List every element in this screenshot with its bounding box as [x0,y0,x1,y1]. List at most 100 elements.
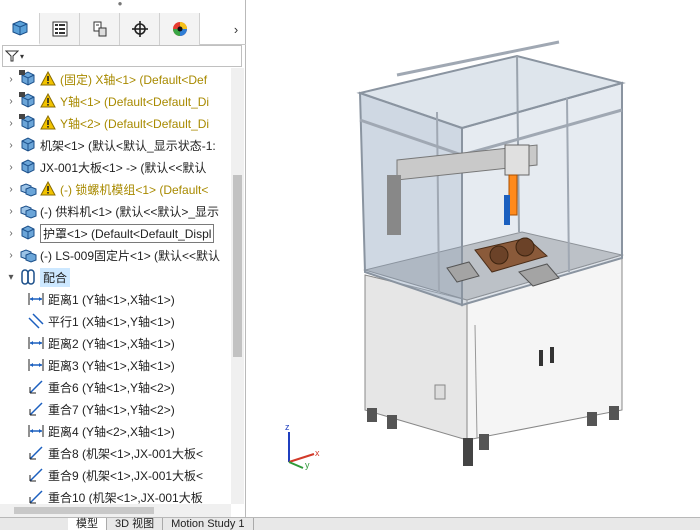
graphics-viewport[interactable]: z x y [247,0,700,517]
feature-manager-icon [12,20,27,36]
part-icon [18,136,38,154]
property-manager-icon [52,21,67,37]
mate-label: 重合8 (机架<1>,JX-001大板< [48,446,204,461]
coincident-mate-icon [26,488,46,504]
tree-item-mate[interactable]: 距离1 (Y轴<1>,X轴<1>) [0,288,231,310]
tab-configuration-manager[interactable] [80,13,120,45]
tree-item-mate[interactable]: 距离4 (Y轴<2>,X轴<1>) [0,420,231,442]
tree-item-label: (-) LS-009固定片<1> (默认<<默认 [40,248,221,263]
fixture-pocket [489,245,509,265]
tree-item-mate[interactable]: 距离3 (Y轴<1>,X轴<1>) [0,354,231,376]
tree-item-label: Y轴<2> (Default<Default_Di [60,116,210,131]
tree-item-component[interactable]: › (-) 供料机<1> (默认<<默认>_显示 [0,200,231,222]
bottom-tab[interactable]: Motion Study 1 [163,518,254,530]
filter-caret: ▾ [20,51,25,61]
door-handle-right [550,347,554,363]
bottom-tab[interactable]: 3D 视图 [107,518,164,530]
panel-tabs: › [0,13,246,45]
tab-dimxpert[interactable] [120,13,160,45]
expand-arrow-icon[interactable]: › [4,140,18,151]
expand-arrow-icon[interactable]: › [4,184,18,195]
tree-item-component[interactable]: › (-) 锁螺机模组<1> (Default< [0,178,231,200]
triad-z-label: z [285,422,290,432]
coincident-mate-icon [26,400,46,418]
part-warning-icon [18,114,38,132]
coincident-mate-icon [26,444,46,462]
distance-mate-icon [26,422,46,440]
tree-item-component[interactable]: › Y轴<1> (Default<Default_Di [0,90,231,112]
tabs-more-arrow[interactable]: › [228,13,244,45]
tab-feature-manager[interactable] [0,13,40,45]
mate-label: 距离3 (Y轴<1>,X轴<1>) [48,358,175,373]
mate-label: 重合10 (机架<1>,JX-001大板 [48,490,203,505]
tree-item-component[interactable]: › JX-001大板<1> -> (默认<<默认 [0,156,231,178]
tree-item-mate[interactable]: 重合10 (机架<1>,JX-001大板 [0,486,231,504]
tree-filter-input[interactable]: ▾ [2,45,242,67]
distance-mate-icon [26,290,46,308]
horizontal-scroll-thumb[interactable] [14,507,154,514]
display-manager-icon [172,22,187,36]
distance-mate-icon [26,356,46,374]
expand-arrow-icon[interactable]: › [4,162,18,173]
mate-label: 重合6 (Y轴<1>,Y轴<2>) [48,380,175,395]
foot [587,412,597,426]
tree-item-mate[interactable]: 重合8 (机架<1>,JX-001大板< [0,442,231,464]
part-icon [18,158,38,176]
tree-item-label: (固定) X轴<1> (Default<Def [60,72,208,87]
screwdriver-spindle [508,174,518,216]
parallel-mate-icon [26,312,46,330]
tree-item-label: (-) 供料机<1> (默认<<默认>_显示 [40,204,220,219]
dimxpert-icon [131,21,148,37]
expand-arrow-icon[interactable]: › [4,74,18,85]
mates-icon [18,268,38,286]
foot [479,434,489,450]
warning-icon [40,180,56,197]
expand-arrow-icon[interactable]: › [4,250,18,261]
part-warning-icon [18,70,38,88]
expand-arrow-icon[interactable]: › [4,228,18,239]
tree-horizontal-scrollbar[interactable] [0,504,231,517]
fixture-pocket [515,237,535,257]
assembly-icon [18,180,38,198]
panel-grip[interactable]: ● [116,0,124,8]
axis-triad[interactable]: z x y [279,422,329,472]
tree-item-label: 护罩<1> (Default<Default_Displ [40,223,215,243]
tree-item-mate[interactable]: 重合9 (机架<1>,JX-001大板< [0,464,231,486]
collapse-arrow-icon[interactable]: ▾ [4,272,18,283]
expand-arrow-icon[interactable]: › [4,118,18,129]
tree-item-mate[interactable]: 平行1 (X轴<1>,Y轴<1>) [0,310,231,332]
tree-item-component[interactable]: › 护罩<1> (Default<Default_Displ [0,222,231,244]
screwdriver-motor [504,195,510,225]
expand-arrow-icon[interactable]: › [4,206,18,217]
tree-item-mate[interactable]: 重合7 (Y轴<1>,Y轴<2>) [0,398,231,420]
screw-head [504,144,530,176]
tab-display-manager[interactable] [160,13,200,45]
coincident-mate-icon [26,466,46,484]
tree-item-component[interactable]: › (-) LS-009固定片<1> (默认<<默认 [0,244,231,266]
feature-manager-panel: ● › ▾ › (固定) X轴<1> (Default<Def › Y轴<1> … [0,0,246,517]
foot [367,408,377,422]
foot [463,438,473,466]
tab-property-manager[interactable] [40,13,80,45]
tree-item-label: Y轴<1> (Default<Default_Di [60,94,210,109]
warning-icon [40,114,56,131]
bottom-tab[interactable]: 模型 [68,518,107,530]
tree-item-mate[interactable]: 重合6 (Y轴<1>,Y轴<2>) [0,376,231,398]
foot [609,406,619,420]
tree-item-component[interactable]: › 机架<1> (默认<默认_显示状态-1: [0,134,231,156]
warning-icon [40,70,56,87]
tree-item-mates[interactable]: ▾ 配合 [0,266,231,288]
expand-arrow-icon[interactable]: › [4,96,18,107]
filter-icon [5,50,19,62]
tree-vertical-scrollbar[interactable] [231,68,244,504]
tree-item-component[interactable]: › Y轴<2> (Default<Default_Di [0,112,231,134]
door-handle-left [539,350,543,366]
part-warning-icon [18,92,38,110]
vertical-scroll-thumb[interactable] [233,175,242,357]
tree-item-component[interactable]: › (固定) X轴<1> (Default<Def [0,68,231,90]
mate-label: 重合7 (Y轴<1>,Y轴<2>) [48,402,175,417]
triad-y-label: y [305,460,310,470]
tree-item-label: JX-001大板<1> -> (默认<<默认 [40,160,207,175]
tree-item-label: 机架<1> (默认<默认_显示状态-1: [40,138,216,153]
tree-item-mate[interactable]: 距离2 (Y轴<1>,X轴<1>) [0,332,231,354]
